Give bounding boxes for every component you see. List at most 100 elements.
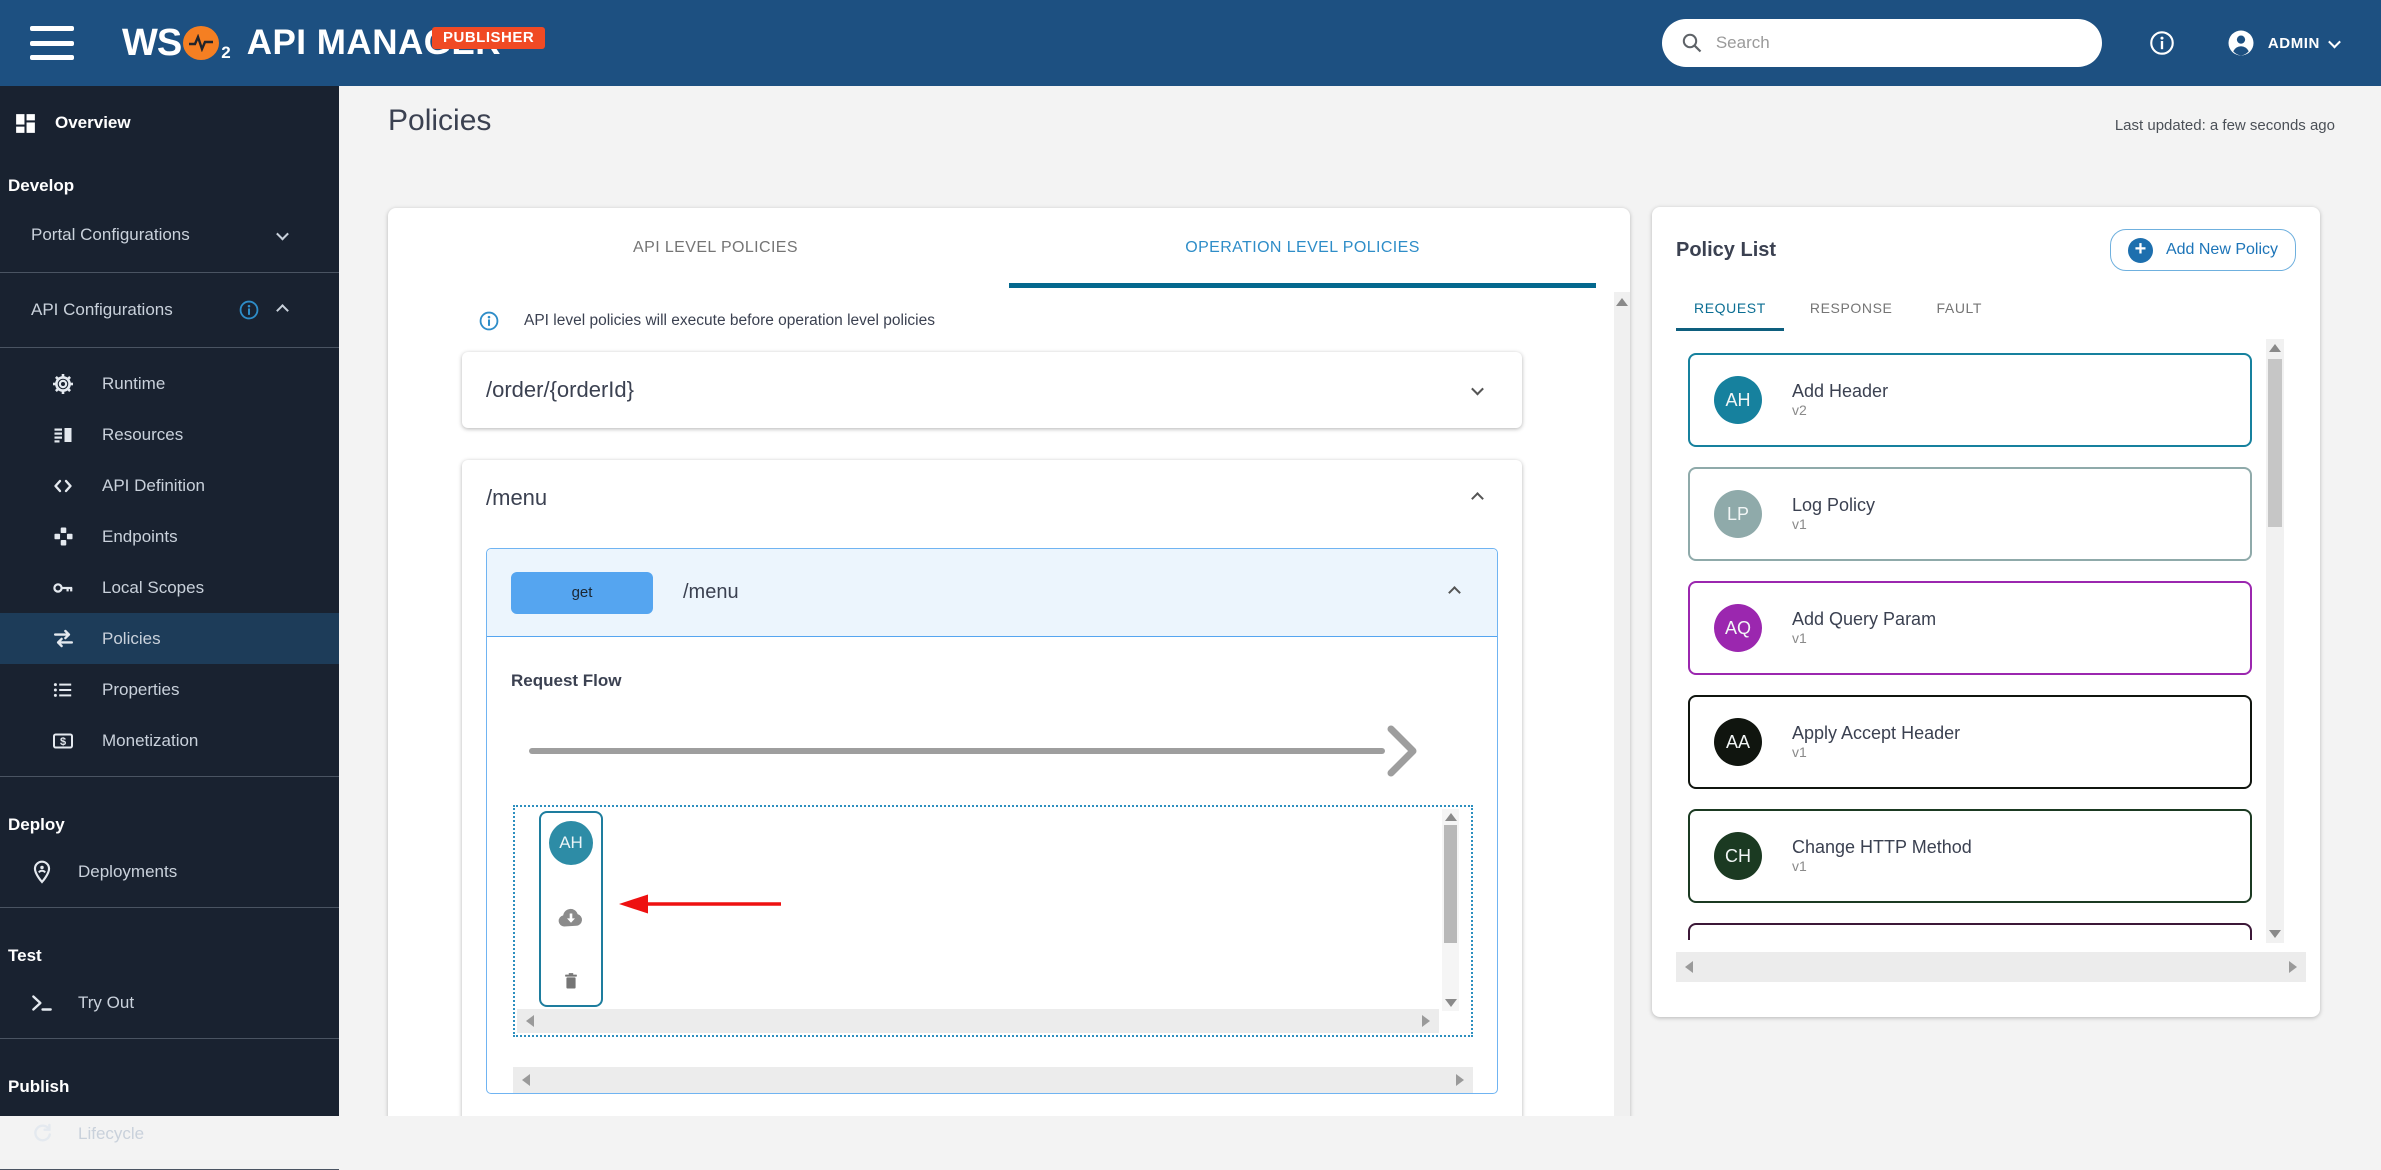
dashboard-grid-icon	[13, 111, 38, 136]
policy-version: v1	[1792, 744, 1807, 760]
tab-operation-level-policies[interactable]: OPERATION LEVEL POLICIES	[1009, 208, 1596, 288]
sidebar-item-monetization[interactable]: $ Monetization	[0, 715, 339, 766]
sidebar-item-runtime[interactable]: Runtime	[0, 358, 339, 409]
divider	[0, 347, 339, 348]
list-icon	[50, 678, 76, 702]
sidebar-item-portal-configurations[interactable]: Portal Configurations	[0, 208, 339, 262]
tab-api-level-policies[interactable]: API LEVEL POLICIES	[422, 208, 1009, 288]
sidebar-item-local-scopes[interactable]: Local Scopes	[0, 562, 339, 613]
scroll-up-arrow[interactable]	[2269, 344, 2281, 352]
sidebar-item-properties[interactable]: Properties	[0, 664, 339, 715]
policy-card-log-policy[interactable]: LP Log Policyv1	[1688, 467, 2252, 561]
policy-level-tabs: API LEVEL POLICIES OPERATION LEVEL POLIC…	[422, 208, 1596, 288]
top-app-bar: WS 2 API MANAGER PUBLISHER ADMIN	[0, 0, 2381, 86]
sidebar: Overview Develop Portal Configurations A…	[0, 86, 339, 1116]
tab-response[interactable]: RESPONSE	[1792, 287, 1911, 331]
divider	[0, 776, 339, 777]
scroll-left-arrow[interactable]	[526, 1015, 534, 1027]
policy-name: Log Policy	[1792, 495, 1875, 515]
resource-path: /order/{orderId}	[486, 377, 634, 403]
red-annotation-arrow	[617, 891, 787, 917]
resources-icon	[50, 423, 76, 447]
sidebar-item-label: Deployments	[78, 862, 177, 882]
policy-card-add-query-param[interactable]: AQ Add Query Paramv1	[1688, 581, 2252, 675]
scroll-down-arrow[interactable]	[2269, 930, 2281, 938]
scroll-right-arrow[interactable]	[2289, 961, 2297, 973]
policy-card-add-header[interactable]: AH Add Headerv2	[1688, 353, 2252, 447]
search-bar[interactable]	[1662, 19, 2102, 67]
divider	[0, 272, 339, 273]
sidebar-item-resources[interactable]: Resources	[0, 409, 339, 460]
add-new-policy-label: Add New Policy	[2166, 241, 2278, 259]
sidebar-item-label: Lifecycle	[78, 1124, 144, 1144]
hamburger-menu-icon[interactable]	[30, 26, 74, 60]
flow-arrow-line	[529, 748, 1385, 754]
scroll-left-arrow[interactable]	[1685, 961, 1693, 973]
sidebar-item-endpoints[interactable]: Endpoints	[0, 511, 339, 562]
divider	[0, 1038, 339, 1039]
add-new-policy-button[interactable]: Add New Policy	[2110, 229, 2296, 271]
policy-version: v2	[1792, 402, 1807, 418]
http-method-badge: get	[511, 572, 653, 614]
policy-version: v1	[1792, 630, 1807, 646]
sidebar-item-api-definition[interactable]: API Definition	[0, 460, 339, 511]
search-input[interactable]	[1716, 33, 2084, 53]
flow-arrow	[529, 721, 1473, 781]
tab-request[interactable]: REQUEST	[1676, 287, 1784, 331]
policy-dropzone[interactable]: AH	[513, 805, 1473, 1037]
dollar-card-icon: $	[50, 729, 76, 753]
sidebar-item-label: Properties	[102, 680, 179, 700]
scroll-right-arrow[interactable]	[1456, 1074, 1464, 1086]
scroll-right-arrow[interactable]	[1422, 1015, 1430, 1027]
wso2-logo: WS 2 API MANAGER PUBLISHER	[122, 22, 501, 65]
key-icon	[50, 576, 76, 600]
resource-accordion-menu-header[interactable]: /menu	[462, 460, 1522, 536]
resource-accordion-order[interactable]: /order/{orderId}	[462, 352, 1522, 428]
policy-avatar: LP	[1714, 490, 1762, 538]
user-menu[interactable]: ADMIN	[2226, 28, 2339, 58]
attached-policy-chip[interactable]: AH	[539, 811, 603, 1007]
policy-card-apply-accept-header[interactable]: AA Apply Accept Headerv1	[1688, 695, 2252, 789]
operation-header[interactable]: get /menu	[487, 549, 1497, 637]
scrollbar-thumb[interactable]	[1444, 825, 1457, 943]
sidebar-item-policies[interactable]: Policies	[0, 613, 339, 664]
editor-vertical-scrollbar[interactable]	[1614, 292, 1630, 1116]
info-banner: API level policies will execute before o…	[478, 310, 1630, 332]
operation-panel: get /menu Request Flow AH	[486, 548, 1498, 1094]
sidebar-item-lifecycle[interactable]: Lifecycle	[0, 1109, 339, 1159]
flow-arrow-head	[1385, 721, 1421, 781]
policy-list-vertical-scrollbar[interactable]	[2266, 339, 2284, 943]
info-message: API level policies will execute before o…	[524, 312, 935, 330]
code-brackets-icon	[50, 474, 76, 498]
trash-icon[interactable]	[561, 969, 581, 993]
sidebar-item-try-out[interactable]: Try Out	[0, 978, 339, 1028]
policy-list-title: Policy List	[1676, 239, 1776, 262]
sidebar-item-overview[interactable]: Overview	[0, 98, 339, 148]
gear-icon	[50, 372, 76, 396]
dropzone-horizontal-scrollbar[interactable]	[517, 1009, 1439, 1033]
scrollbar-thumb[interactable]	[2268, 359, 2282, 527]
sidebar-item-api-configurations[interactable]: API Configurations	[0, 283, 339, 337]
scroll-up-arrow[interactable]	[1616, 298, 1628, 306]
cloud-download-icon[interactable]	[557, 906, 585, 928]
policy-card-partial[interactable]	[1688, 923, 2252, 940]
sidebar-section-test: Test	[0, 918, 339, 978]
scroll-up-arrow[interactable]	[1445, 813, 1457, 821]
scroll-left-arrow[interactable]	[522, 1074, 530, 1086]
policy-avatar: AH	[1714, 376, 1762, 424]
last-updated-text: Last updated: a few seconds ago	[2115, 117, 2335, 134]
policy-card-list: AH Add Headerv2 LP Log Policyv1 AQ Add Q…	[1652, 339, 2320, 945]
operation-body: Request Flow AH	[487, 637, 1497, 1093]
policy-avatar: AA	[1714, 718, 1762, 766]
help-info-icon[interactable]	[2148, 29, 2176, 57]
dropzone-vertical-scrollbar[interactable]	[1442, 809, 1459, 1011]
policy-list-horizontal-scrollbar[interactable]	[1676, 952, 2306, 982]
tab-fault[interactable]: FAULT	[1919, 287, 2001, 331]
user-name: ADMIN	[2268, 35, 2320, 52]
publisher-badge: PUBLISHER	[432, 27, 545, 49]
policy-card-change-http-method[interactable]: CH Change HTTP Methodv1	[1688, 809, 2252, 903]
scroll-down-arrow[interactable]	[1445, 999, 1457, 1007]
flow-horizontal-scrollbar[interactable]	[513, 1067, 1473, 1093]
sidebar-item-deployments[interactable]: Deployments	[0, 847, 339, 897]
policy-name: Change HTTP Method	[1792, 837, 1972, 857]
